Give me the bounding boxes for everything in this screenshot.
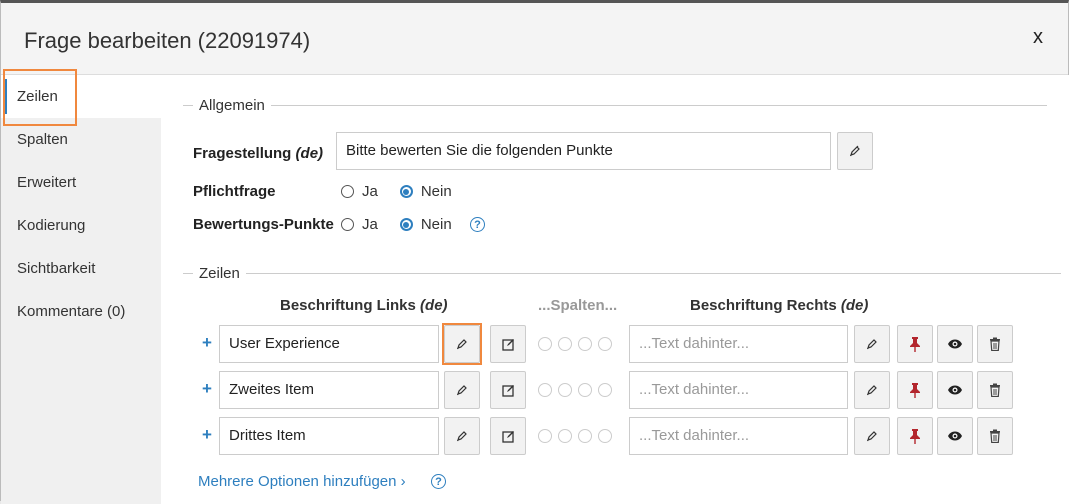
row-right-edit-button[interactable] <box>854 371 890 409</box>
pencil-icon <box>866 431 877 442</box>
pencil-icon <box>849 145 860 157</box>
pin-icon <box>910 429 920 444</box>
row-left-input[interactable]: User Experience <box>219 325 439 363</box>
eye-icon <box>948 431 962 441</box>
sidebar-item-sichtbarkeit[interactable]: Sichtbarkeit <box>1 247 161 290</box>
row-left-edit-button[interactable] <box>444 325 480 363</box>
edit-square-icon <box>501 338 514 351</box>
radio-label-nein: Nein <box>420 216 452 233</box>
help-icon[interactable]: ? <box>431 474 446 489</box>
eye-icon <box>948 385 962 395</box>
row-right-edit-button[interactable] <box>854 325 890 363</box>
row-right-input[interactable]: ...Text dahinter... <box>629 371 848 409</box>
bewertung-ja-radio[interactable] <box>341 218 354 231</box>
row-left-edit-button[interactable] <box>444 417 480 455</box>
add-row-button[interactable]: + <box>202 425 212 445</box>
sidebar-nav: Zeilen Spalten Erweitert Kodierung Sicht… <box>1 75 161 504</box>
row-rich-edit-button[interactable] <box>490 371 526 409</box>
row-left-edit-button[interactable] <box>444 371 480 409</box>
row-right-input[interactable]: ...Text dahinter... <box>629 417 848 455</box>
row-left-input[interactable]: Drittes Item <box>219 417 439 455</box>
edit-square-icon <box>501 430 514 443</box>
edit-question-dialog: Frage bearbeiten (22091974) x Zeilen Spa… <box>0 0 1069 504</box>
pencil-icon <box>866 385 877 396</box>
pflichtfrage-nein-radio[interactable] <box>399 185 413 198</box>
add-multiple-options-label: Mehrere Optionen hinzufügen › <box>198 473 406 490</box>
pflichtfrage-ja-radio[interactable] <box>341 185 354 198</box>
column-header-left: Beschriftung Links (de) <box>280 297 448 314</box>
row-rich-edit-button[interactable] <box>490 417 526 455</box>
row-delete-button[interactable] <box>977 325 1013 363</box>
eye-icon <box>948 339 962 349</box>
pflichtfrage-radio-group: Ja Nein <box>341 183 474 200</box>
edit-square-icon <box>501 384 514 397</box>
row-left-input[interactable]: Zweites Item <box>219 371 439 409</box>
main-content: Allgemein Fragestellung (de) Bitte bewer… <box>161 75 1069 504</box>
fragestellung-edit-button[interactable] <box>837 132 873 170</box>
add-row-button[interactable]: + <box>202 333 212 353</box>
spalten-preview-dots <box>538 383 612 397</box>
close-button[interactable]: x <box>1033 26 1043 49</box>
pin-icon <box>910 337 920 352</box>
row-rich-edit-button[interactable] <box>490 325 526 363</box>
row-visibility-button[interactable] <box>937 417 973 455</box>
help-icon[interactable]: ? <box>470 217 485 232</box>
sidebar-item-spalten[interactable]: Spalten <box>1 118 161 161</box>
spalten-preview-dots <box>538 429 612 443</box>
row-pin-button[interactable] <box>897 371 933 409</box>
radio-label-nein: Nein <box>420 183 452 200</box>
section-legend-allgemein: Allgemein <box>183 97 1047 114</box>
radio-label-ja: Ja <box>362 183 378 200</box>
add-multiple-options-link[interactable]: Mehrere Optionen hinzufügen › <box>198 473 406 490</box>
row-delete-button[interactable] <box>977 371 1013 409</box>
pencil-icon <box>866 339 877 350</box>
fragestellung-label: Fragestellung (de) <box>193 145 324 162</box>
section-legend-zeilen: Zeilen <box>183 265 1061 282</box>
add-row-button[interactable]: + <box>202 379 212 399</box>
pin-icon <box>910 383 920 398</box>
trash-icon <box>990 383 1000 397</box>
bewertung-radio-group: Ja Nein <box>341 216 474 233</box>
row-pin-button[interactable] <box>897 325 933 363</box>
radio-label-ja: Ja <box>362 216 378 233</box>
sidebar-item-zeilen[interactable]: Zeilen <box>1 75 161 118</box>
row-visibility-button[interactable] <box>937 325 973 363</box>
row-delete-button[interactable] <box>977 417 1013 455</box>
row-visibility-button[interactable] <box>937 371 973 409</box>
dialog-header: Frage bearbeiten (22091974) x <box>1 3 1068 75</box>
column-header-spalten: ...Spalten... <box>538 297 618 314</box>
pencil-icon <box>456 431 467 442</box>
row-pin-button[interactable] <box>897 417 933 455</box>
pencil-icon <box>456 339 467 350</box>
spalten-preview-dots <box>538 337 612 351</box>
dialog-title: Frage bearbeiten (22091974) <box>24 28 311 53</box>
trash-icon <box>990 337 1000 351</box>
column-header-right: Beschriftung Rechts (de) <box>690 297 869 314</box>
bewertung-nein-radio[interactable] <box>399 218 413 231</box>
lang-suffix: (de) <box>295 145 324 162</box>
sidebar-item-kommentare[interactable]: Kommentare (0) <box>1 290 161 333</box>
fragestellung-input[interactable]: Bitte bewerten Sie die folgenden Punkte <box>336 132 831 170</box>
sidebar-item-kodierung[interactable]: Kodierung <box>1 204 161 247</box>
row-right-input[interactable]: ...Text dahinter... <box>629 325 848 363</box>
lang-suffix: (de) <box>420 297 448 314</box>
pencil-icon <box>456 385 467 396</box>
lang-suffix: (de) <box>840 297 869 314</box>
sidebar-item-erweitert[interactable]: Erweitert <box>1 161 161 204</box>
trash-icon <box>990 429 1000 443</box>
row-right-edit-button[interactable] <box>854 417 890 455</box>
bewertungs-punkte-label: Bewertungs-Punkte <box>193 216 334 233</box>
pflichtfrage-label: Pflichtfrage <box>193 183 276 200</box>
